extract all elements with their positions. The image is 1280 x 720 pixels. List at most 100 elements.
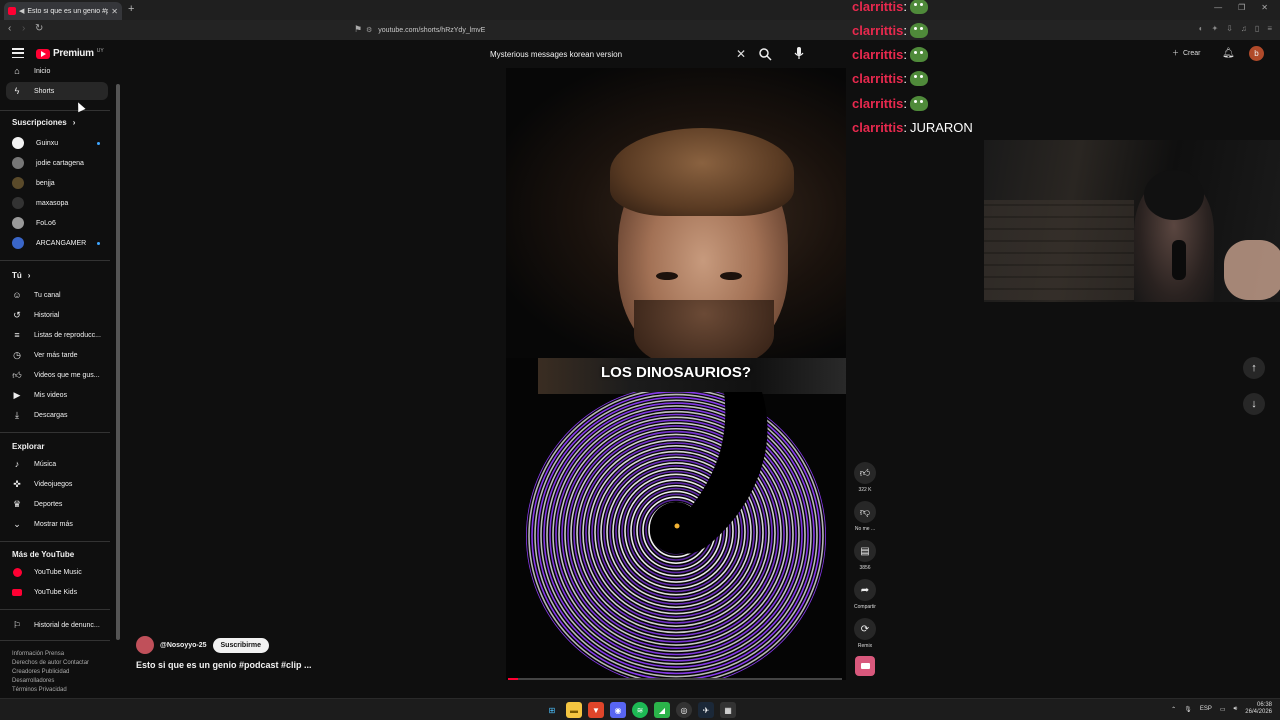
sidebar-item-gaming[interactable]: ✜ Videojuegos xyxy=(6,475,108,493)
subscription-item-guinxu[interactable]: Guinxu xyxy=(6,134,108,152)
subscription-item-benjja[interactable]: benjja xyxy=(6,174,108,192)
subscriptions-heading[interactable]: Suscripciones › xyxy=(12,118,75,127)
sidebar-item-music[interactable]: ♪ Música xyxy=(6,455,108,473)
sidebar-item-sports[interactable]: ♛ Deportes xyxy=(6,495,108,513)
remix-button[interactable]: ⟳ Remix xyxy=(852,618,878,649)
language-indicator[interactable]: ESP xyxy=(1200,706,1212,712)
bookmark-icon[interactable]: ⚑ xyxy=(354,24,362,35)
search-icon[interactable] xyxy=(758,47,772,61)
address-bar: ‹ › ↻ ⚑ ⚙ youtube.com/shorts/hRzYdy_lmvE… xyxy=(0,20,1280,40)
footer-line[interactable]: Desarrolladores xyxy=(12,677,107,686)
sidebar-item-label: Videojuegos xyxy=(34,480,73,488)
footer-line[interactable]: Derechos de autor Contactar xyxy=(12,659,107,668)
menu-icon[interactable]: ≡ xyxy=(1267,24,1272,33)
sidebar-item-label: Deportes xyxy=(34,500,63,508)
frog-emote-icon xyxy=(909,22,928,38)
search-input[interactable]: Mysterious messages korean version ✕ xyxy=(482,44,754,64)
close-window-icon[interactable]: ✕ xyxy=(1261,3,1268,12)
video-progress-bar[interactable] xyxy=(508,678,842,680)
site-info-icon[interactable]: ⚙ xyxy=(366,26,372,34)
share-button[interactable]: ➦ Compartir xyxy=(852,579,878,610)
microphone-tray-icon[interactable]: 🎙︎ xyxy=(1184,706,1192,713)
green-app-icon[interactable]: ◢ xyxy=(654,702,670,718)
explore-heading-label: Explorar xyxy=(12,442,45,451)
clock[interactable]: 06:38 26/4/2026 xyxy=(1245,702,1272,716)
chevron-up-icon[interactable]: ⌃ xyxy=(1171,706,1176,713)
url-field[interactable]: ⚙ youtube.com/shorts/hRzYdy_lmvE xyxy=(366,22,866,38)
notifications-bell-icon[interactable]: 🔔︎ xyxy=(1222,48,1235,59)
spotify-icon[interactable]: ≋ xyxy=(632,702,648,718)
steam-icon[interactable]: ✈ xyxy=(698,702,714,718)
obs-icon[interactable]: ◎ xyxy=(676,702,692,718)
channel-name[interactable]: @Nosoyyo-25 xyxy=(160,642,207,649)
subscription-item-arcangamer[interactable]: ARCANGAMER xyxy=(6,234,108,252)
sidebar-item-my-videos[interactable]: ▶ Mis videos xyxy=(6,386,108,404)
minimize-icon[interactable]: — xyxy=(1214,3,1222,12)
forward-icon[interactable]: › xyxy=(22,23,25,34)
sidebar-item-inicio[interactable]: ⌂ Inicio xyxy=(6,64,108,80)
new-tab-button[interactable]: + xyxy=(128,3,134,15)
microphone-icon[interactable] xyxy=(792,46,806,60)
file-explorer-icon[interactable]: ▬ xyxy=(566,702,582,718)
sidebar-item-playlists[interactable]: ≡ Listas de reproducc... xyxy=(6,326,108,344)
sidebar-item-historial[interactable]: ↺ Historial xyxy=(6,306,108,324)
browser-tab[interactable]: ◀ Esto si que es un genio #pod ✕ xyxy=(4,2,122,20)
account-avatar[interactable]: b xyxy=(1249,46,1264,61)
sidebar-item-show-more[interactable]: ⌄ Mostrar más xyxy=(6,515,108,533)
extension-icon[interactable]: ◐ xyxy=(1199,24,1204,33)
download-icon[interactable]: ⇩ xyxy=(1226,24,1233,33)
sound-pivot-button[interactable] xyxy=(855,656,875,676)
chat-line: clarrittis: xyxy=(852,0,928,15)
avatar xyxy=(12,157,24,169)
you-heading[interactable]: Tú › xyxy=(12,271,30,280)
hamburger-menu-icon[interactable] xyxy=(12,48,24,58)
footer-line[interactable]: Información Prensa xyxy=(12,650,107,659)
footer-line[interactable]: Términos Privacidad xyxy=(12,686,107,695)
clear-search-icon[interactable]: ✕ xyxy=(736,47,746,61)
restore-icon[interactable]: ❐ xyxy=(1238,3,1245,12)
sidebar-item-report-history[interactable]: ⚐ Historial de denunc... xyxy=(6,616,108,634)
sidebar-item-downloads[interactable]: ⤓ Descargas xyxy=(6,406,108,424)
brave-browser-icon[interactable]: ▼ xyxy=(588,702,604,718)
youtube-premium-logo[interactable]: Premium UY xyxy=(36,48,104,59)
speaker-icon[interactable]: ◀ xyxy=(19,7,24,15)
next-short-button[interactable]: ↓ xyxy=(1243,393,1265,415)
sidebar-item-tu-canal[interactable]: ☺ Tu canal xyxy=(6,286,108,304)
sidebar-item-watch-later[interactable]: ◷ Ver más tarde xyxy=(6,346,108,364)
comments-button[interactable]: ▤ 3856 xyxy=(852,540,878,571)
sidebar-item-youtube-kids[interactable]: YouTube Kids xyxy=(6,583,108,601)
shorts-video-player[interactable]: LOS DINOSAURIOS? xyxy=(506,68,846,680)
sidebar-scrollbar[interactable] xyxy=(116,84,120,640)
puzzle-icon[interactable]: ✦ xyxy=(1212,24,1219,33)
short-title[interactable]: Esto si que es un genio #podcast #clip .… xyxy=(136,660,312,670)
close-tab-icon[interactable]: ✕ xyxy=(111,7,118,16)
reload-icon[interactable]: ↻ xyxy=(35,23,43,34)
windows-start-icon[interactable]: ⊞ xyxy=(544,702,560,718)
back-icon[interactable]: ‹ xyxy=(8,23,11,34)
youtube-header: Premium UY Mysterious messages korean ve… xyxy=(0,40,1280,68)
like-button[interactable]: 👍︎ 322 K xyxy=(852,462,878,493)
network-icon[interactable]: ▭ xyxy=(1220,706,1226,713)
tab-title: Esto si que es un genio #pod xyxy=(27,7,109,15)
subscription-item-jodie-cartagena[interactable]: jodie cartagena xyxy=(6,154,108,172)
footer-line[interactable]: Creadores Publicidad xyxy=(12,668,107,677)
sidebar-item-youtube-music[interactable]: YouTube Music xyxy=(6,563,108,581)
media-icon[interactable]: ♫ xyxy=(1241,24,1247,33)
youtube-favicon-icon xyxy=(8,7,16,15)
channel-avatar[interactable] xyxy=(136,636,154,654)
dislike-button[interactable]: 👎︎ No me ... xyxy=(852,501,878,532)
subscription-label: jodie cartagena xyxy=(36,159,84,167)
sidebar-item-shorts[interactable]: ϟ Shorts xyxy=(6,82,108,100)
discord-icon[interactable]: ◉ xyxy=(610,702,626,718)
subscription-item-folo6[interactable]: FoLo6 xyxy=(6,214,108,232)
sidebar-icon[interactable]: ▯ xyxy=(1255,24,1259,33)
chat-username: clarrittis xyxy=(852,46,904,62)
create-button[interactable]: ＋ Crear xyxy=(1172,48,1201,58)
volume-icon[interactable]: 🔊︎ xyxy=(1234,706,1238,713)
chat-message: JURARON xyxy=(909,119,973,135)
subscription-item-maxasopa[interactable]: maxasopa xyxy=(6,194,108,212)
previous-short-button[interactable]: ↑ xyxy=(1243,357,1265,379)
calculator-icon[interactable]: ▦ xyxy=(720,702,736,718)
subscribe-button[interactable]: Suscribirme xyxy=(212,637,269,653)
sidebar-item-liked-videos[interactable]: 👍︎ Videos que me gus... xyxy=(6,366,108,384)
